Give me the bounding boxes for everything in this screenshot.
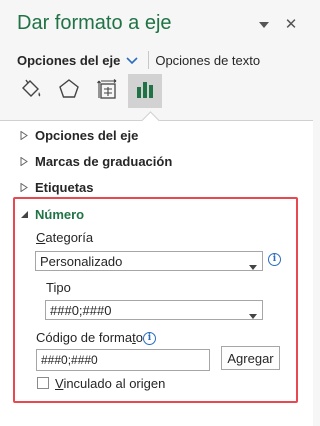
- info-icon[interactable]: i: [143, 332, 156, 345]
- category-select[interactable]: Personalizado: [35, 251, 263, 271]
- linked-to-source-label[interactable]: Vinculado al origen: [55, 376, 165, 391]
- effects-icon: [57, 77, 81, 106]
- add-button[interactable]: Agregar: [221, 346, 280, 370]
- category-icon-bar: [14, 74, 162, 108]
- chevron-right-icon: [20, 180, 30, 195]
- section-axis-options[interactable]: Opciones del eje: [20, 128, 138, 143]
- chevron-right-icon: [20, 128, 30, 143]
- linked-to-source-checkbox[interactable]: [37, 377, 49, 389]
- axis-options-icon: [133, 77, 157, 106]
- size-properties-icon: [95, 77, 119, 106]
- tab-text-options[interactable]: Opciones de texto: [155, 53, 260, 68]
- section-label: Marcas de graduación: [35, 154, 173, 169]
- pane-options-button[interactable]: [256, 16, 272, 32]
- section-label: Número: [35, 207, 85, 222]
- fill-line-button[interactable]: [14, 74, 48, 108]
- close-button[interactable]: ✕: [283, 16, 299, 33]
- pane-title: Dar formato a eje: [17, 12, 172, 34]
- axis-options-button[interactable]: [128, 74, 162, 108]
- chevron-expanded-icon: [20, 207, 30, 222]
- chevron-down-icon: [249, 307, 257, 322]
- section-label: Opciones del eje: [35, 128, 139, 143]
- section-label: Etiquetas: [35, 180, 94, 195]
- tab-divider: [148, 51, 150, 69]
- type-value: ###0;###0: [50, 302, 112, 318]
- fill-line-icon: [19, 77, 43, 106]
- type-label: Tipo: [46, 280, 71, 295]
- format-code-input[interactable]: ###0;###0: [36, 349, 210, 371]
- tab-axis-options[interactable]: Opciones del eje: [17, 53, 120, 68]
- section-tick-marks[interactable]: Marcas de graduación: [20, 154, 172, 169]
- type-select[interactable]: ###0;###0: [45, 300, 263, 320]
- effects-button[interactable]: [52, 74, 86, 108]
- section-number[interactable]: Número: [20, 207, 84, 222]
- chevron-down-icon: [126, 53, 138, 68]
- chevron-down-icon: [249, 258, 257, 273]
- chevron-right-icon: [20, 154, 30, 169]
- info-icon[interactable]: i: [268, 253, 281, 266]
- category-value: Personalizado: [40, 253, 123, 269]
- section-labels[interactable]: Etiquetas: [20, 180, 94, 195]
- size-properties-button[interactable]: [90, 74, 124, 108]
- pane-tabs: Opciones del eje Opciones de texto: [17, 51, 260, 69]
- chevron-down-icon: [259, 15, 269, 33]
- tab-chevron[interactable]: [126, 53, 138, 68]
- format-code-label: Código de formato: [36, 330, 143, 345]
- category-label: Categoría: [36, 230, 94, 245]
- close-icon: ✕: [284, 16, 298, 33]
